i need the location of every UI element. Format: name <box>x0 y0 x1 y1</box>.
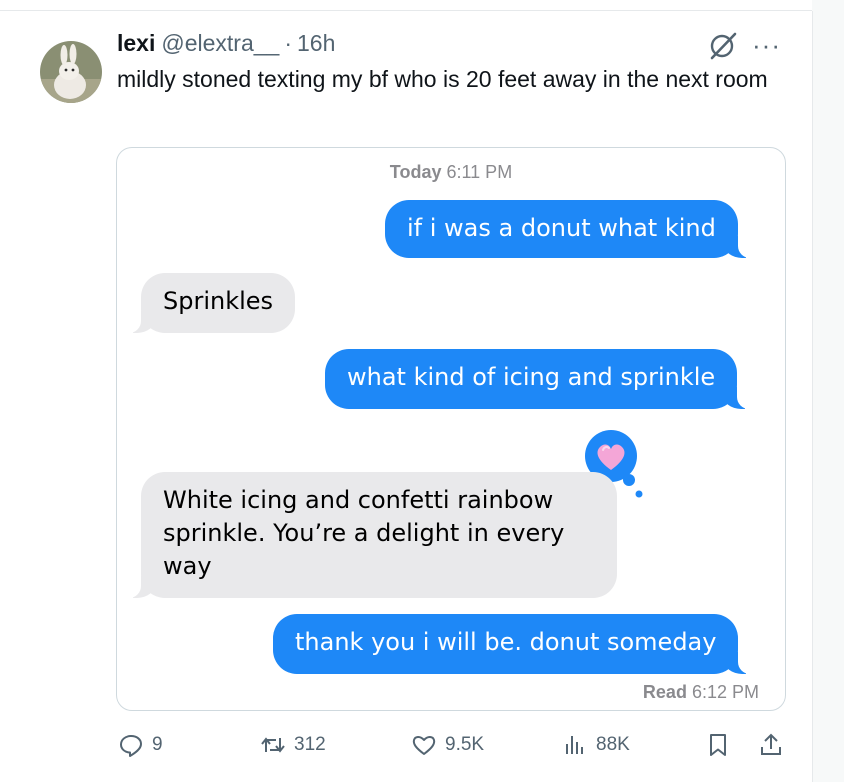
repost-button[interactable]: 312 <box>260 732 326 758</box>
message-text: what kind of icing and sprinkle <box>347 363 716 391</box>
message-bubble-incoming: Sprinkles <box>120 273 296 333</box>
bookmark-icon <box>710 734 726 756</box>
share-icon <box>761 733 781 755</box>
tweet-header: lexi @elextra__ · 16h <box>117 30 335 60</box>
reply-button[interactable]: 9 <box>118 732 163 758</box>
top-divider <box>0 0 812 11</box>
like-button[interactable]: 9.5K <box>411 732 484 758</box>
message-bubble-outgoing: thank you i will be. donut someday <box>273 614 759 674</box>
more-options-icon[interactable]: ··· <box>752 32 781 58</box>
view-count: 88K <box>596 734 630 755</box>
action-bar: 9 312 9.5K 88K <box>0 722 812 770</box>
read-label: Read <box>642 682 687 702</box>
repost-count: 312 <box>294 734 326 755</box>
message-bubble-incoming: White icing and confetti rainbow sprinkl… <box>121 472 617 598</box>
message-bubble-outgoing: what kind of icing and sprinkle <box>325 349 758 409</box>
like-count: 9.5K <box>445 734 485 755</box>
message-text: Sprinkles <box>163 287 274 315</box>
conversation-timestamp: Today 6:11 PM <box>117 162 785 183</box>
post-time[interactable]: 16h <box>297 30 335 57</box>
timestamp-time: 6:11 PM <box>446 162 513 182</box>
message-bubble-outgoing: if i was a donut what kind <box>385 200 758 258</box>
message-text: thank you i will be. donut someday <box>295 628 717 656</box>
grok-icon[interactable] <box>706 31 740 61</box>
right-gutter <box>813 0 844 782</box>
tweet-card[interactable]: lexi @elextra__ · 16h ··· mildly stoned … <box>0 11 813 782</box>
bookmark-button[interactable] <box>705 732 739 758</box>
user-handle[interactable]: @elextra__ <box>161 30 279 57</box>
repost-icon <box>261 737 285 753</box>
avatar[interactable] <box>40 41 102 103</box>
reply-icon <box>120 735 142 757</box>
views-button[interactable]: 88K <box>562 732 630 758</box>
read-receipt: Read 6:12 PM <box>643 682 759 703</box>
attached-screenshot[interactable]: Today 6:11 PM if i was a donut what kind… <box>116 147 786 711</box>
message-text: White icing and confetti rainbow sprinkl… <box>163 486 565 580</box>
read-time: 6:12 PM <box>691 682 759 702</box>
tweet-text: mildly stoned texting my bf who is 20 fe… <box>117 66 768 92</box>
message-text: if i was a donut what kind <box>407 214 716 242</box>
like-icon <box>412 736 436 755</box>
share-button[interactable] <box>758 732 792 758</box>
tweet-page: lexi @elextra__ · 16h ··· mildly stoned … <box>0 0 844 782</box>
timestamp-day: Today <box>389 162 442 182</box>
reply-count: 9 <box>152 734 163 755</box>
separator-dot: · <box>284 30 293 56</box>
display-name[interactable]: lexi <box>117 30 155 57</box>
views-icon <box>566 736 583 754</box>
